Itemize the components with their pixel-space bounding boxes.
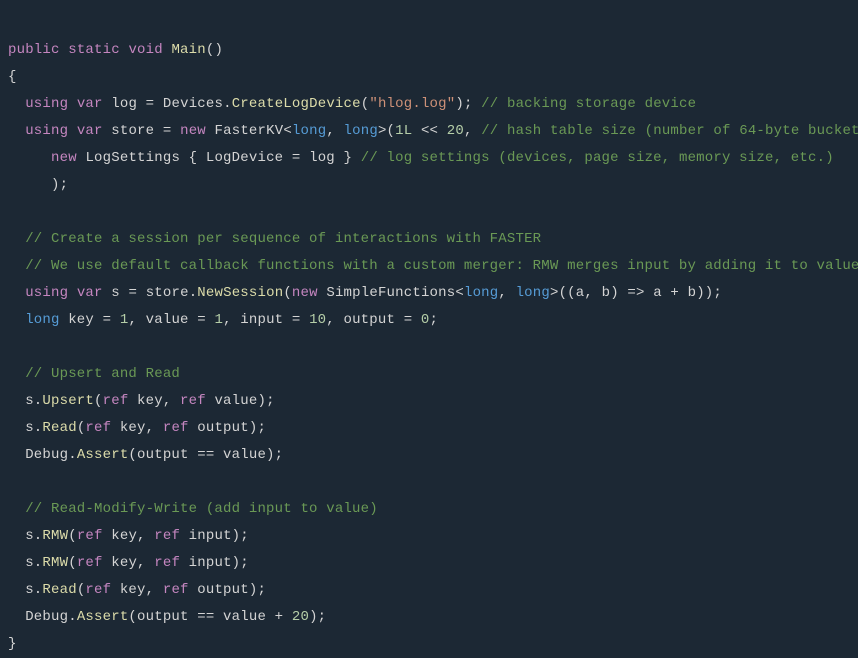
line-12: s.Upsert(ref key, ref value); <box>8 393 275 409</box>
line-11: // Upsert and Read <box>8 366 180 382</box>
code-snippet: public static void Main() { using var lo… <box>8 10 858 658</box>
blank-1 <box>8 204 17 220</box>
line-6: ); <box>8 177 68 193</box>
blank-2 <box>8 339 17 355</box>
line-9: using var s = store.NewSession(new Simpl… <box>8 285 722 301</box>
line-14: Debug.Assert(output == value); <box>8 447 283 463</box>
line-5: new LogSettings { LogDevice = log } // l… <box>8 150 834 166</box>
line-19: Debug.Assert(output == value + 20); <box>8 609 326 625</box>
line-1: public static void Main() <box>8 42 223 58</box>
line-10: long key = 1, value = 1, input = 10, out… <box>8 312 438 328</box>
line-7: // Create a session per sequence of inte… <box>8 231 541 247</box>
blank-3 <box>8 474 17 490</box>
line-4: using var store = new FasterKV<long, lon… <box>8 123 858 139</box>
line-2: { <box>8 69 17 85</box>
line-17: s.RMW(ref key, ref input); <box>8 555 249 571</box>
line-15: // Read-Modify-Write (add input to value… <box>8 501 378 517</box>
line-16: s.RMW(ref key, ref input); <box>8 528 249 544</box>
line-20: } <box>8 636 17 652</box>
line-18: s.Read(ref key, ref output); <box>8 582 266 598</box>
line-3: using var log = Devices.CreateLogDevice(… <box>8 96 696 112</box>
line-8: // We use default callback functions wit… <box>8 258 858 274</box>
line-13: s.Read(ref key, ref output); <box>8 420 266 436</box>
